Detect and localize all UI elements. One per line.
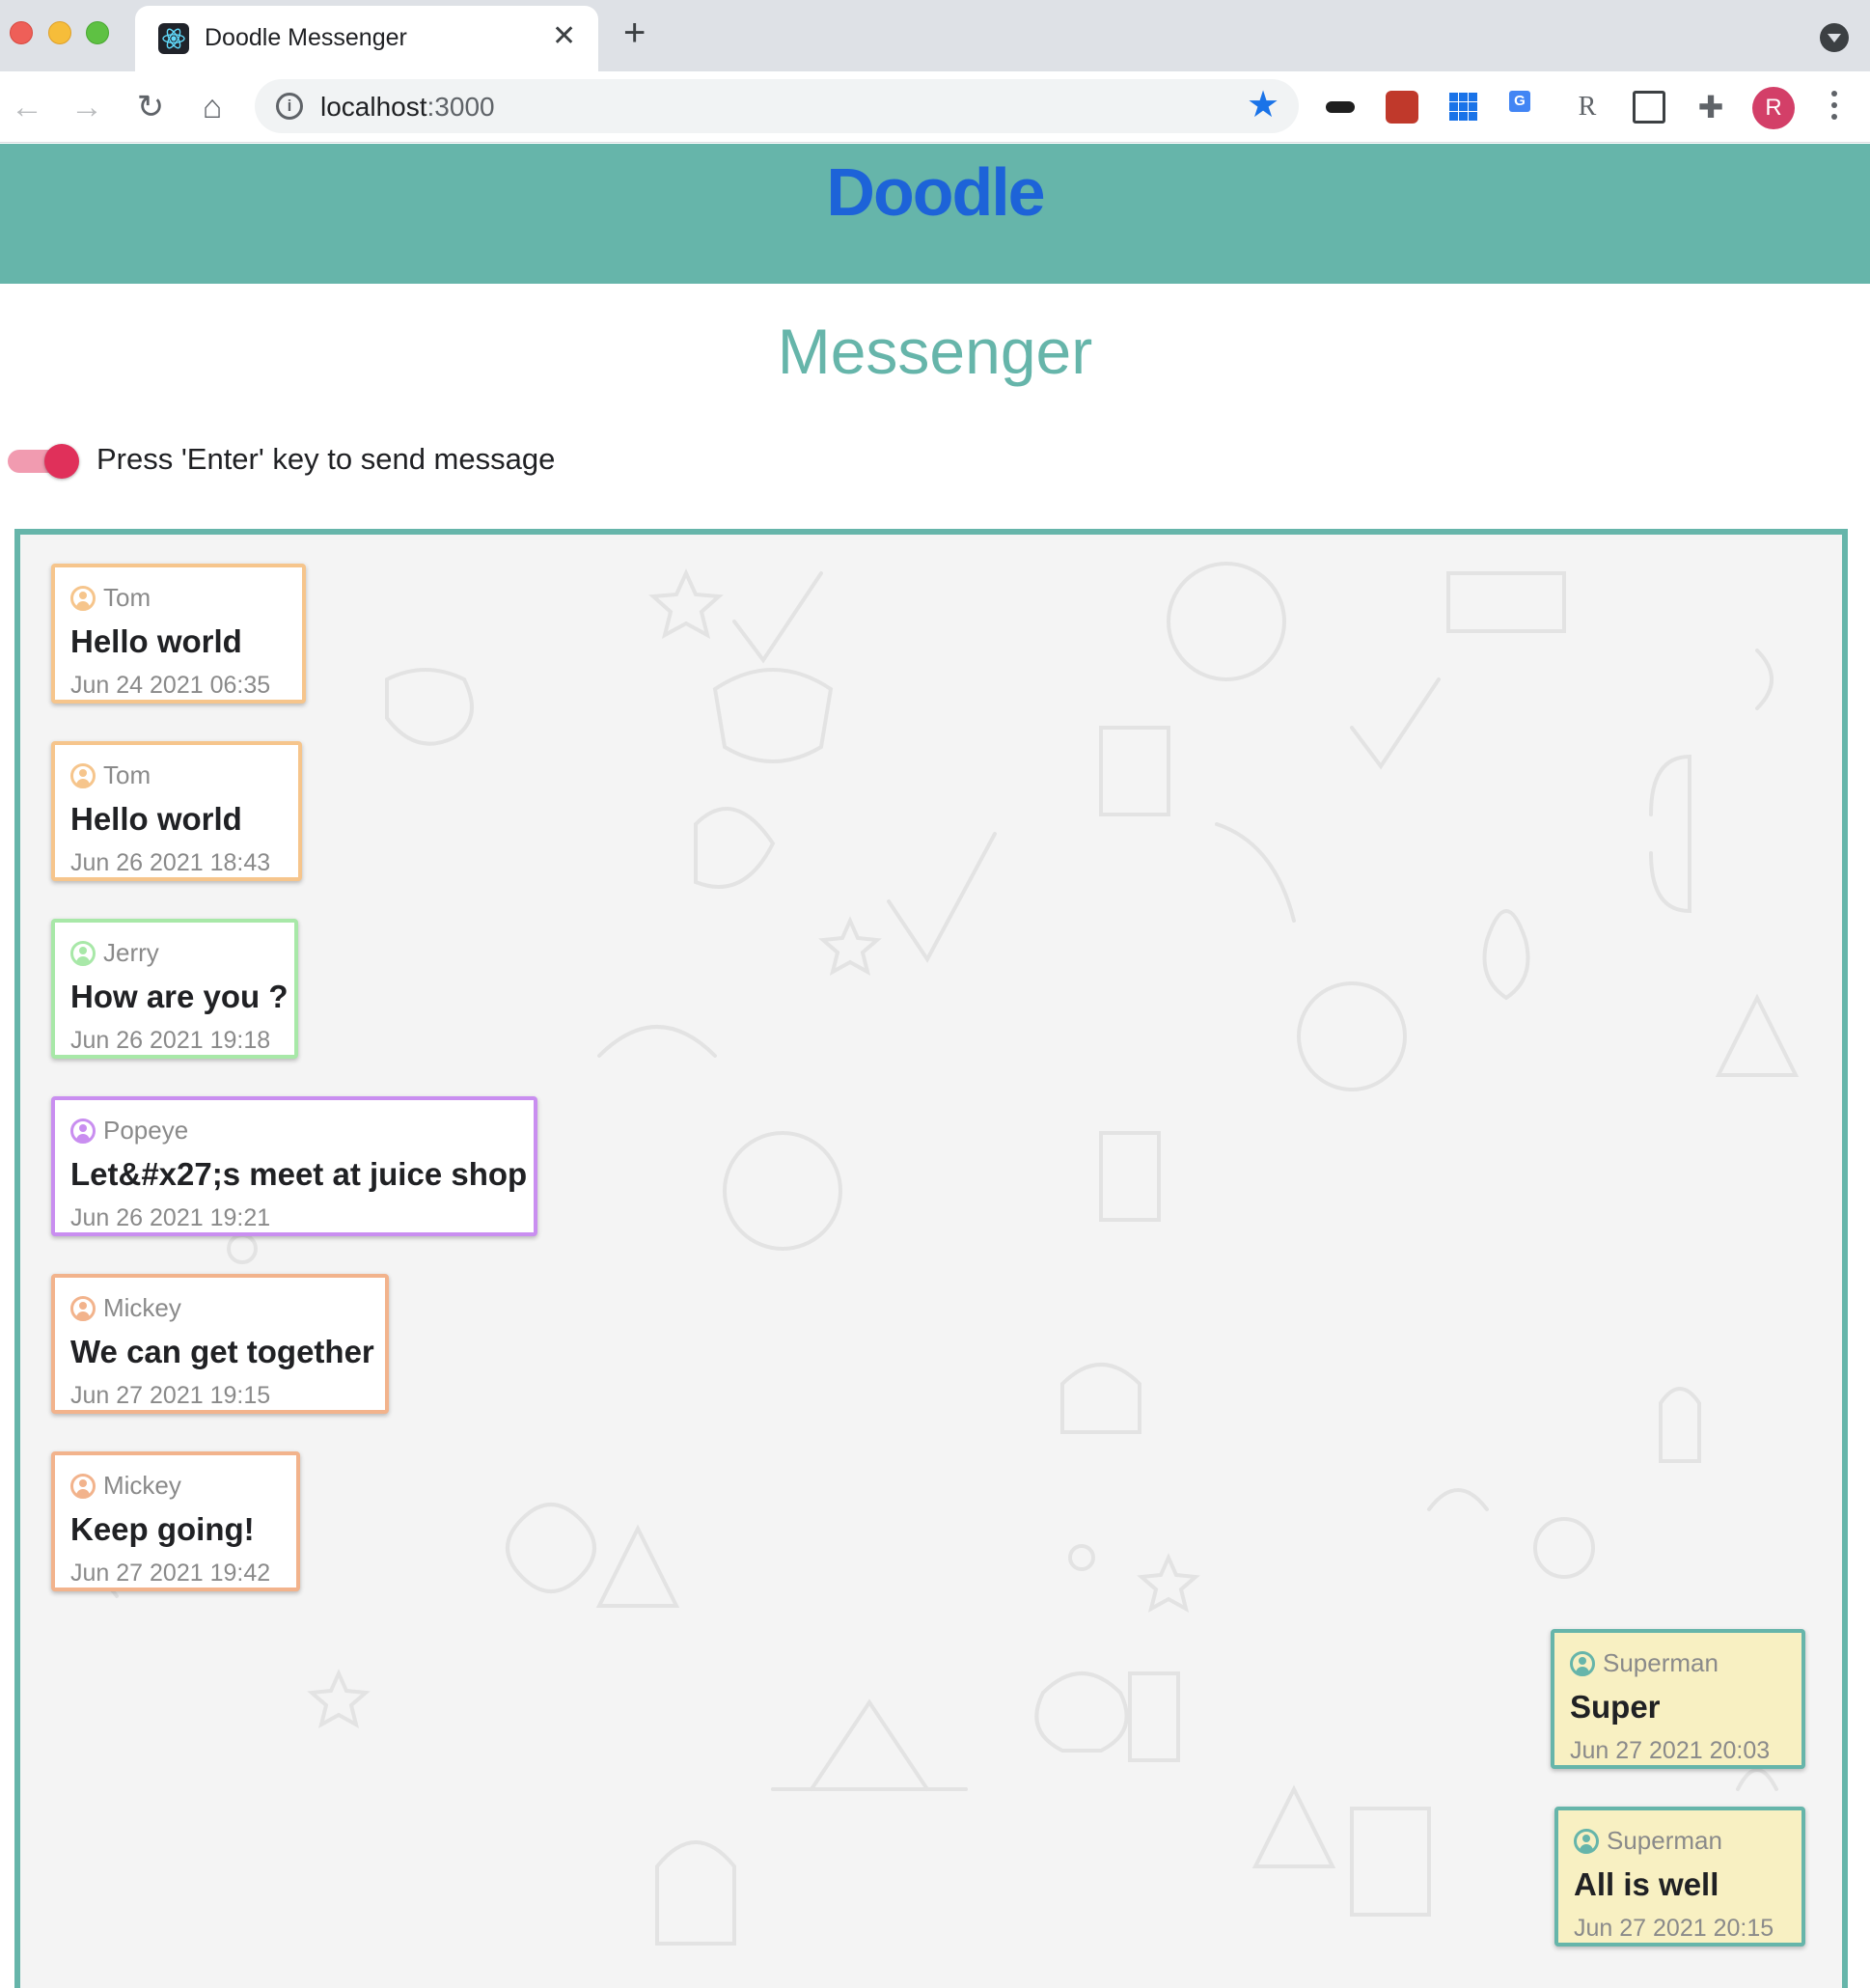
user-circle-icon xyxy=(1570,1650,1595,1676)
react-favicon-icon xyxy=(158,23,189,54)
message-text: Keep going! xyxy=(70,1511,255,1547)
grid-extension-icon[interactable] xyxy=(1447,91,1480,124)
message-author: Popeye xyxy=(103,1116,189,1145)
message-card: Mickey We can get together Jun 27 2021 1… xyxy=(51,1274,389,1414)
message-timestamp: Jun 26 2021 19:21 xyxy=(70,1204,271,1231)
message-author: Tom xyxy=(103,760,151,789)
message-timestamp: Jun 24 2021 06:35 xyxy=(70,672,271,699)
message-timestamp: Jun 26 2021 19:18 xyxy=(70,1027,271,1054)
message-text: We can get together xyxy=(70,1334,374,1369)
message-text: Let&#x27;s meet at juice shop xyxy=(70,1156,528,1192)
message-card: Tom Hello world Jun 24 2021 06:35 xyxy=(51,564,306,704)
message-author: Superman xyxy=(1603,1648,1719,1677)
user-circle-icon xyxy=(1574,1828,1599,1854)
message-card: Tom Hello world Jun 26 2021 18:43 xyxy=(51,741,302,881)
user-circle-icon xyxy=(70,1473,96,1499)
tab-search-icon[interactable] xyxy=(1820,23,1849,52)
site-info-icon[interactable]: i xyxy=(276,93,303,120)
browser-menu-icon[interactable] xyxy=(1831,91,1839,124)
profile-avatar[interactable]: R xyxy=(1752,87,1795,129)
browser-tab-strip: Doodle Messenger ✕ + xyxy=(0,0,1870,71)
user-circle-icon xyxy=(70,1295,96,1321)
tab-title: Doodle Messenger xyxy=(205,24,407,51)
message-timestamp: Jun 27 2021 20:15 xyxy=(1574,1915,1774,1942)
toggle-label: Press 'Enter' key to send message xyxy=(96,442,556,476)
message-card: Jerry How are you ? Jun 26 2021 19:18 xyxy=(51,919,298,1059)
message-author: Jerry xyxy=(103,938,159,967)
window-zoom-button[interactable] xyxy=(86,21,109,44)
page-title: Messenger xyxy=(777,316,1093,387)
message-timestamp: Jun 26 2021 18:43 xyxy=(70,849,271,876)
app-header: Doodle xyxy=(0,144,1870,284)
back-arrow-icon[interactable]: ← xyxy=(8,89,46,127)
message-text: Hello world xyxy=(70,801,242,837)
message-author: Tom xyxy=(103,583,151,612)
message-card: Superman Super Jun 27 2021 20:03 xyxy=(1551,1629,1805,1769)
user-circle-icon xyxy=(70,762,96,788)
tab-close-icon[interactable]: ✕ xyxy=(552,19,576,54)
message-text: Super xyxy=(1570,1689,1661,1725)
window-minimize-button[interactable] xyxy=(48,21,71,44)
home-icon[interactable]: ⌂ xyxy=(193,89,232,127)
message-author: Mickey xyxy=(103,1293,181,1322)
message-board[interactable]: Tom Hello world Jun 24 2021 06:35 Tom He… xyxy=(14,529,1848,1988)
reader-extension-icon[interactable]: R xyxy=(1571,91,1604,124)
message-text: Hello world xyxy=(70,623,242,659)
message-author: Mickey xyxy=(103,1471,181,1500)
screenshot-extension-icon[interactable] xyxy=(1633,91,1665,124)
address-bar[interactable]: i localhost:3000 ★ xyxy=(255,79,1299,133)
url-text: localhost:3000 xyxy=(320,92,495,122)
enter-to-send-toggle[interactable] xyxy=(8,444,79,479)
message-timestamp: Jun 27 2021 20:03 xyxy=(1570,1737,1771,1764)
new-tab-button[interactable]: + xyxy=(623,14,646,52)
message-card: Superman All is well Jun 27 2021 20:15 xyxy=(1554,1807,1805,1947)
forward-arrow-icon[interactable]: → xyxy=(68,89,106,127)
doodle-logo: Doodle xyxy=(826,154,1045,230)
message-text: All is well xyxy=(1574,1866,1719,1902)
window-close-button[interactable] xyxy=(10,21,33,44)
message-timestamp: Jun 27 2021 19:42 xyxy=(70,1560,271,1587)
message-timestamp: Jun 27 2021 19:15 xyxy=(70,1382,271,1409)
bookmark-star-icon[interactable]: ★ xyxy=(1247,86,1279,124)
incognito-extension-icon[interactable] xyxy=(1324,91,1357,124)
message-card: Popeye Let&#x27;s meet at juice shop Jun… xyxy=(51,1096,537,1236)
user-circle-icon xyxy=(70,1118,96,1144)
message-card: Mickey Keep going! Jun 27 2021 19:42 xyxy=(51,1451,300,1591)
toggle-thumb[interactable] xyxy=(44,444,79,479)
message-author: Superman xyxy=(1607,1826,1722,1855)
browser-tab[interactable]: Doodle Messenger ✕ xyxy=(135,6,598,71)
reload-icon[interactable]: ↻ xyxy=(131,89,170,127)
react-devtools-extension-icon[interactable] xyxy=(1386,91,1418,124)
extensions-puzzle-icon[interactable]: ✚ xyxy=(1694,91,1727,124)
user-circle-icon xyxy=(70,585,96,611)
translate-extension-icon[interactable] xyxy=(1509,91,1542,124)
message-text: How are you ? xyxy=(70,979,289,1014)
user-circle-icon xyxy=(70,940,96,966)
